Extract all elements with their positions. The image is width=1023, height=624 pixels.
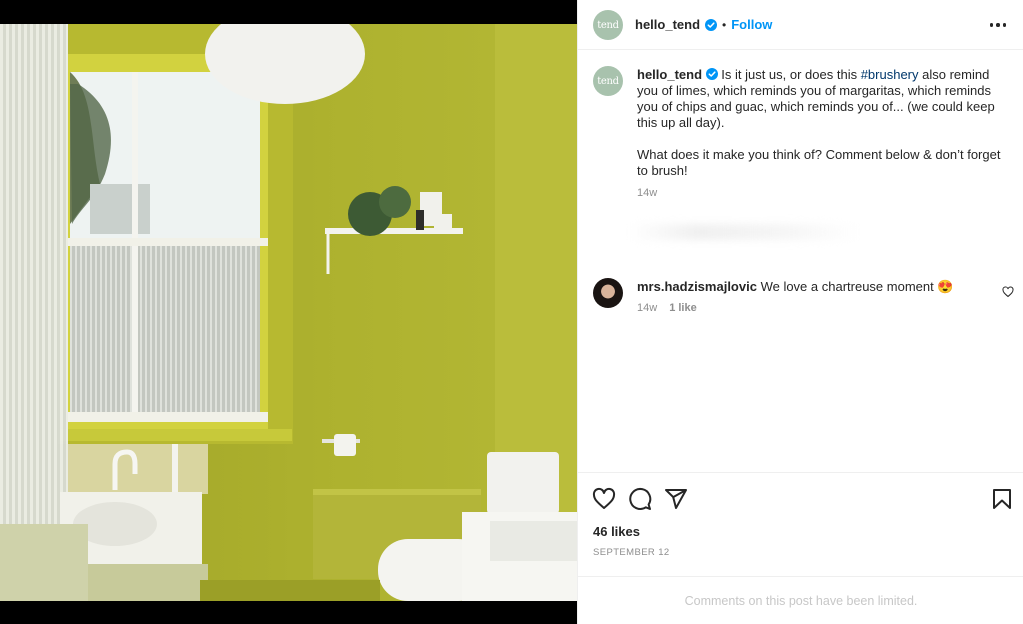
- separator-dot: •: [722, 17, 727, 32]
- heart-icon[interactable]: [592, 487, 616, 511]
- bathroom-photo: [0, 24, 577, 601]
- post-actions: 46 likes SEPTEMBER 12: [578, 472, 1023, 576]
- commenter-avatar[interactable]: [593, 278, 623, 308]
- post-media: [0, 0, 577, 624]
- caption-timestamp[interactable]: 14w: [637, 187, 657, 199]
- verified-badge-icon: [705, 18, 718, 31]
- post-sidebar: tend hello_tend • Follow tend hello_tend…: [577, 0, 1023, 624]
- comment-meta: 14w 1 like: [637, 302, 697, 314]
- follow-button[interactable]: Follow: [731, 17, 772, 32]
- post-header: tend hello_tend • Follow: [578, 0, 1023, 50]
- likes-count[interactable]: 46 likes: [593, 524, 640, 539]
- author-avatar[interactable]: tend: [593, 10, 623, 40]
- commenter-username[interactable]: mrs.hadzismajlovic: [637, 279, 757, 294]
- blurred-hidden-comment: [628, 224, 858, 240]
- post-date[interactable]: SEPTEMBER 12: [593, 547, 670, 558]
- header-user-row: hello_tend • Follow: [635, 17, 772, 32]
- caption-paragraph-2: What does it make you think of? Comment …: [637, 147, 1001, 178]
- comment-item: mrs.hadzismajlovic We love a chartreuse …: [637, 279, 977, 295]
- hashtag-link[interactable]: #brushery: [861, 67, 919, 82]
- comment-timestamp[interactable]: 14w: [637, 302, 657, 314]
- comments-limited-notice: Comments on this post have been limited.: [578, 576, 1023, 624]
- more-options-icon[interactable]: [986, 14, 1010, 36]
- comment-likes[interactable]: 1 like: [669, 302, 697, 314]
- comment-text: We love a chartreuse moment 😍: [756, 279, 954, 294]
- author-username[interactable]: hello_tend: [635, 17, 700, 32]
- bookmark-icon[interactable]: [990, 487, 1014, 511]
- post-photo[interactable]: [0, 24, 577, 601]
- share-icon[interactable]: [664, 487, 688, 511]
- caption-text: Is it just us, or does this: [717, 67, 861, 82]
- verified-badge-icon: [705, 68, 718, 80]
- caption-username[interactable]: hello_tend: [637, 67, 702, 82]
- comment-icon[interactable]: [628, 487, 652, 511]
- comment-like-heart-icon[interactable]: [1002, 286, 1014, 298]
- caption-avatar[interactable]: tend: [593, 66, 623, 96]
- post-caption: hello_tend Is it just us, or does this #…: [637, 67, 1007, 195]
